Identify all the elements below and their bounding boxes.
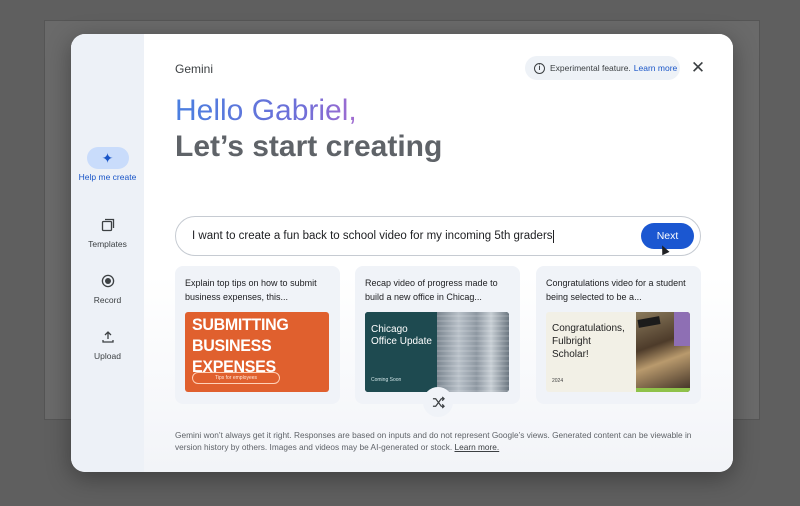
notice-text: Experimental feature. <box>550 63 631 73</box>
rail-item-label: Upload <box>94 351 121 361</box>
shuffle-icon <box>432 396 445 408</box>
close-button[interactable]: ✕ <box>689 59 707 77</box>
text-caret <box>552 229 554 243</box>
thumbnail-title-line: Office Update <box>371 336 432 347</box>
thumbnail-title: SUBMITTING BUSINESS EXPENSES <box>192 316 329 379</box>
thumbnail-title: Chicago Office Update <box>371 324 432 348</box>
record-icon <box>87 270 129 292</box>
thumbnail-title-line: BUSINESS EXPENSES <box>192 337 276 377</box>
accent-bar <box>636 388 690 392</box>
suggestion-card[interactable]: Congratulations video for a student bein… <box>536 266 701 404</box>
suggestion-text: Recap video of progress made to build a … <box>365 278 498 302</box>
thumbnail-title-line: SUBMITTING <box>192 316 289 335</box>
thumbnail-title-line: Congratulations, <box>552 323 625 334</box>
disclaimer: Gemini won’t always get it right. Respon… <box>175 429 705 453</box>
thumbnail-tag: 2024 <box>552 378 564 384</box>
shuffle-button[interactable] <box>423 387 453 417</box>
rail-item-label: Templates <box>88 239 127 249</box>
suggestion-card[interactable]: Explain top tips on how to submit busine… <box>175 266 340 404</box>
rail-item-upload[interactable]: Upload <box>71 326 144 361</box>
rail-item-label: Record <box>93 295 122 305</box>
accent-block <box>674 312 690 346</box>
learn-more-link[interactable]: Learn more <box>634 63 677 73</box>
rail-item-label: Help me create <box>78 172 137 182</box>
sparkle-icon: ✦ <box>86 147 129 169</box>
prompt-input-value: I want to create a fun back to school vi… <box>192 230 553 242</box>
create-panel: Gemini i Experimental feature. Learn mor… <box>144 34 733 472</box>
greeting-title: Hello Gabriel, <box>175 94 357 127</box>
suggestion-text: Explain top tips on how to submit busine… <box>185 278 317 302</box>
rail-item-templates[interactable]: Templates <box>71 214 144 249</box>
side-rail: ✦ Help me create Templates Record Upload <box>71 34 144 472</box>
building-photo <box>437 312 509 392</box>
gemini-create-dialog: ✦ Help me create Templates Record Upload… <box>71 34 733 472</box>
brand-title: Gemini <box>175 62 214 76</box>
suggestion-card[interactable]: Recap video of progress made to build a … <box>355 266 520 404</box>
thumbnail-tag: Tips for employees <box>192 372 280 384</box>
disclaimer-text: Gemini won’t always get it right. Respon… <box>175 430 692 453</box>
greeting-subtitle: Let’s start creating <box>175 130 443 163</box>
suggestion-thumbnail: Chicago Office Update Coming Soon <box>365 312 509 392</box>
info-icon: i <box>534 62 545 74</box>
prompt-input[interactable]: I want to create a fun back to school vi… <box>175 216 701 256</box>
suggestion-text: Congratulations video for a student bein… <box>546 278 686 302</box>
close-icon: ✕ <box>690 58 706 77</box>
thumbnail-title: Congratulations, Fulbright Scholar! <box>552 322 625 361</box>
upload-icon <box>87 326 129 348</box>
templates-icon <box>87 214 129 236</box>
thumbnail-tag: Coming Soon <box>371 377 402 383</box>
thumbnail-title-line: Chicago <box>371 324 408 335</box>
rail-item-record[interactable]: Record <box>71 270 144 305</box>
disclaimer-learn-more-link[interactable]: Learn more. <box>454 442 499 452</box>
thumbnail-title-line: Fulbright <box>552 336 591 347</box>
experimental-notice: i Experimental feature. Learn more <box>525 56 680 80</box>
next-button[interactable]: Next <box>641 223 694 249</box>
suggestion-thumbnail: Congratulations, Fulbright Scholar! 2024 <box>546 312 690 392</box>
thumbnail-title-line: Scholar! <box>552 349 589 360</box>
rail-item-help-me-create[interactable]: ✦ Help me create <box>71 147 144 182</box>
suggestion-thumbnail: SUBMITTING BUSINESS EXPENSES Tips for em… <box>185 312 329 392</box>
